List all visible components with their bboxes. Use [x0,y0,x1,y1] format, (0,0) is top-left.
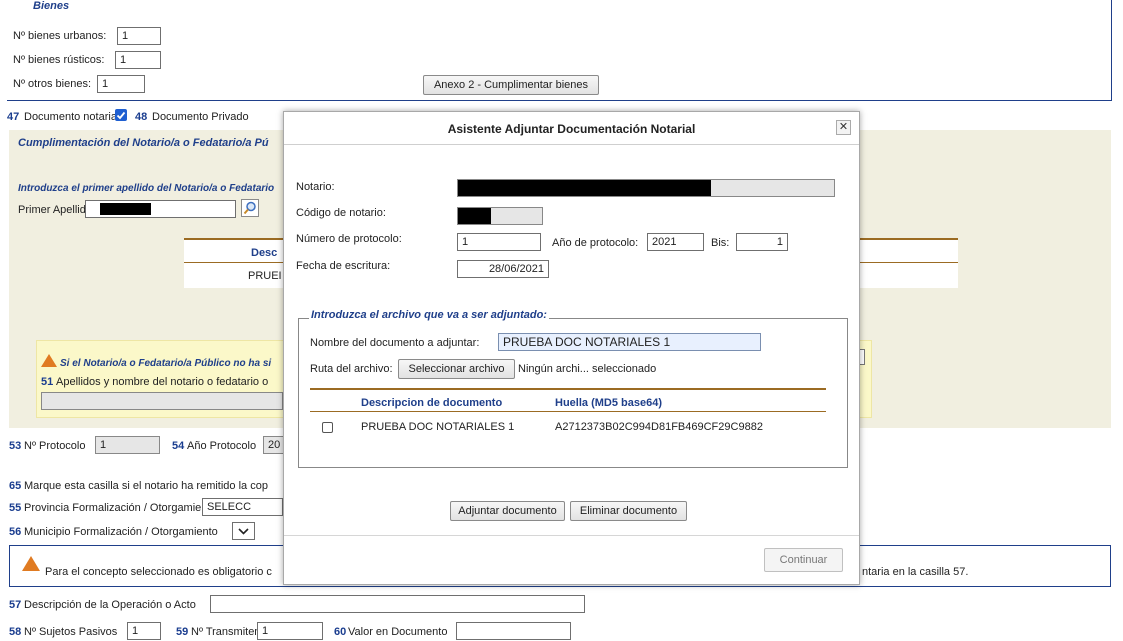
bienes-otros-input[interactable]: 1 [97,75,145,93]
adjuntar-documento-button[interactable]: Adjuntar documento [450,501,565,521]
redacted-block [458,208,491,224]
col-descripcion-header: Descripcion de documento [361,397,503,409]
c57-number: 57 [9,599,22,611]
notario-instruction: Introduzca el primer apellido del Notari… [18,183,275,194]
c55-select[interactable]: SELECC [202,498,283,516]
select-file-button[interactable]: Seleccionar archivo [398,359,515,379]
search-notario-button[interactable] [241,199,259,217]
col-huella-header: Huella (MD5 base64) [555,397,662,409]
nombre-documento-label: Nombre del documento a adjuntar: [310,337,480,349]
notario-table-header: Desc [251,247,278,259]
bienes-otros-label: Nº otros bienes: [13,78,91,90]
close-icon[interactable]: ✕ [836,120,851,135]
c53-label: Nº Protocolo [24,440,86,452]
c55-number: 55 [9,502,22,514]
bis-input[interactable]: 1 [736,233,788,251]
bienes-urbanos-input[interactable]: 1 [117,27,161,45]
bienes-rusticos-input[interactable]: 1 [115,51,161,69]
search-icon [243,201,256,215]
c58-label: Nº Sujetos Pasivos [24,626,118,638]
c56-number: 56 [9,526,22,538]
notarial-docs-dialog: Asistente Adjuntar Documentación Notaria… [283,111,860,585]
c65-label: Marque esta casilla si el notario ha rem… [24,480,268,492]
c47-checkbox[interactable] [115,109,127,121]
section-divider [7,100,1112,101]
codigo-notario-input [457,207,543,225]
row-checkbox[interactable] [322,422,333,433]
c65-number: 65 [9,480,22,492]
primer-apellido-label: Primer Apellido [18,204,92,216]
c53-number: 53 [9,440,22,452]
notario-input [457,179,835,197]
c54-number: 54 [172,440,185,452]
c60-input[interactable] [456,622,571,640]
chevron-down-icon [238,528,249,535]
c54-label: Año Protocolo [187,440,257,452]
alert-text-left: Para el concepto seleccionado es obligat… [45,566,272,578]
file-frame-legend: Introduzca el archivo que va a ser adjun… [309,309,549,321]
warning-icon [41,354,57,367]
bienes-urbanos-label: Nº bienes urbanos: [13,30,107,42]
attached-table-top-border [310,388,826,390]
c57-input[interactable] [210,595,585,613]
c55-label: Provincia Formalización / Otorgamiento [24,502,217,514]
alert-warning-icon [22,556,40,571]
dialog-header: Asistente Adjuntar Documentación Notaria… [284,112,859,145]
dialog-footer: Continuar [284,535,859,584]
dialog-title: Asistente Adjuntar Documentación Notaria… [447,122,696,136]
alert-text-right: ntaria en la casilla 57. [862,566,969,578]
notario-section-title: Cumplimentación del Notario/a o Fedatari… [18,137,269,149]
c60-label: Valor en Documento [348,626,448,638]
c59-number: 59 [176,626,189,638]
fecha-escritura-label: Fecha de escritura: [296,260,391,272]
anexo-bienes-button[interactable]: Anexo 2 - Cumplimentar bienes [423,75,599,95]
c47-label: Documento notarial [24,111,120,123]
c51-number: 51 [41,376,54,388]
warning-text: Si el Notario/a o Fedatario/a Público no… [60,358,272,369]
redacted-block [100,203,151,215]
fecha-escritura-input[interactable]: 28/06/2021 [457,260,549,278]
c51-input[interactable] [41,392,283,410]
c58-input[interactable]: 1 [127,622,161,640]
c58-number: 58 [9,626,22,638]
checkmark-icon [116,111,126,120]
row-descripcion: PRUEBA DOC NOTARIALES 1 [361,421,515,433]
bis-label: Bis: [711,237,730,249]
anio-protocolo-input[interactable]: 2021 [647,233,704,251]
c53-input[interactable]: 1 [95,436,160,454]
redacted-block [458,180,711,196]
c59-input[interactable]: 1 [257,622,323,640]
bienes-border-right [1111,0,1112,100]
row-huella: A2712373B02C994D81FB469CF29C9882 [555,421,763,433]
ruta-archivo-label: Ruta del archivo: [310,363,393,375]
notario-label: Notario: [296,181,335,193]
nombre-documento-input[interactable]: PRUEBA DOC NOTARIALES 1 [498,333,761,351]
numero-protocolo-label: Número de protocolo: [296,233,402,245]
eliminar-documento-button[interactable]: Eliminar documento [570,501,687,521]
bienes-rusticos-label: Nº bienes rústicos: [13,54,105,66]
no-file-text: Ningún archi... seleccionado [518,363,657,375]
continuar-button[interactable]: Continuar [764,548,843,572]
c51-label: Apellidos y nombre del notario o fedatar… [56,376,269,388]
c54-input[interactable]: 20 [263,436,285,454]
c48-label: Documento Privado [152,111,249,123]
bienes-title: Bienes [33,0,70,12]
codigo-notario-label: Código de notario: [296,207,386,219]
c56-label: Municipio Formalización / Otorgamiento [24,526,218,538]
c56-select[interactable] [232,522,255,540]
anio-protocolo-label: Año de protocolo: [552,237,639,249]
c60-number: 60 [334,626,347,638]
numero-protocolo-input[interactable]: 1 [457,233,541,251]
c57-label: Descripción de la Operación o Acto [24,599,196,611]
notario-table-row[interactable]: PRUEI [248,270,282,282]
c48-number: 48 [135,111,148,123]
attached-table-header-line [310,411,826,412]
c47-number: 47 [7,111,20,123]
primer-apellido-input[interactable] [85,200,236,218]
